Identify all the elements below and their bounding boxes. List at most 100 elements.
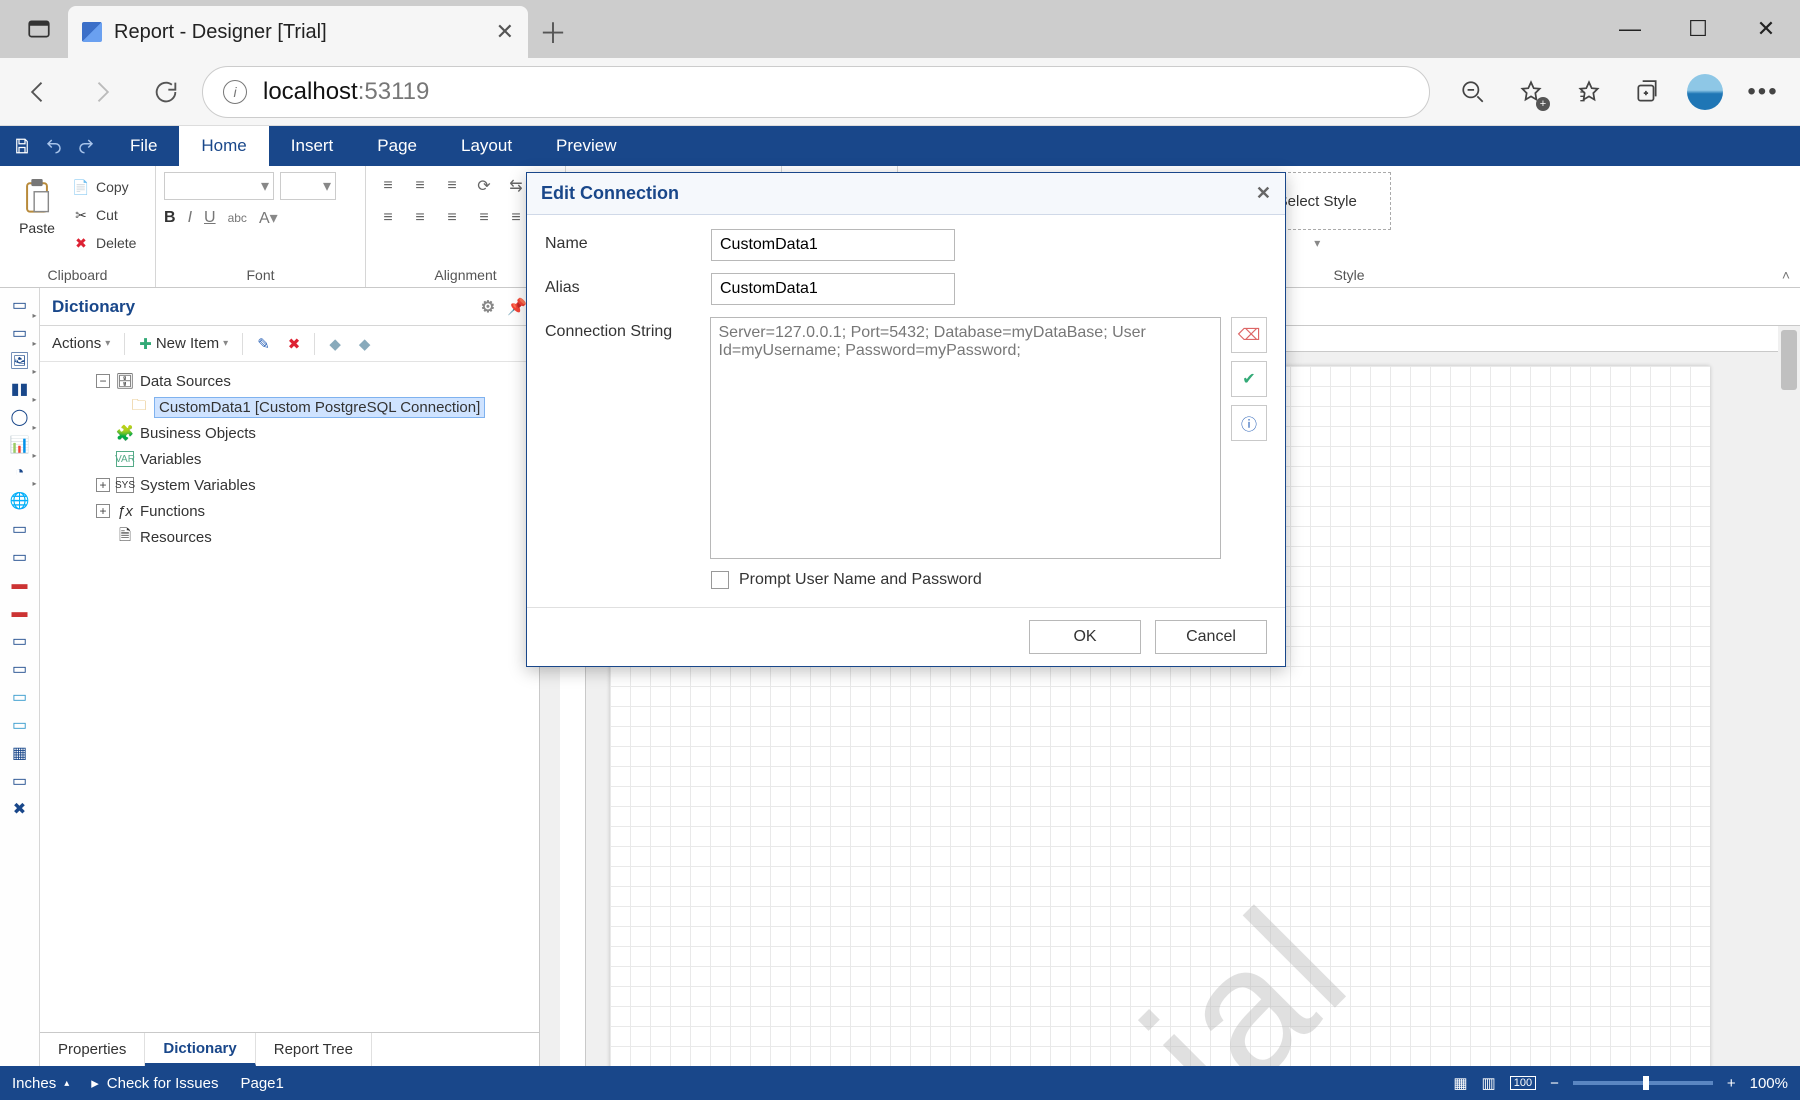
qa-undo-icon[interactable] xyxy=(40,132,68,160)
tab-dictionary[interactable]: Dictionary xyxy=(145,1033,255,1066)
font-color-button[interactable]: A▾ xyxy=(259,208,278,228)
cut-icon: ✂ xyxy=(72,206,90,224)
address-bar[interactable]: i localhost:53119 xyxy=(202,66,1430,118)
tool-pointer-icon[interactable]: ▭▸ xyxy=(5,292,35,318)
tree-node-functions[interactable]: +ƒxFunctions xyxy=(40,498,539,524)
dict-new-item-button[interactable]: ✚New Item▾ xyxy=(135,333,232,355)
italic-button[interactable]: I xyxy=(188,209,192,227)
underline-button[interactable]: U xyxy=(204,209,216,227)
ribbon-tab-page[interactable]: Page xyxy=(355,126,439,166)
ok-button[interactable]: OK xyxy=(1029,620,1141,654)
tab-report-tree[interactable]: Report Tree xyxy=(256,1033,372,1066)
bold-button[interactable]: B xyxy=(164,209,176,227)
tool-band2-icon[interactable]: ▬ xyxy=(5,600,35,626)
zoom-out-button[interactable]: − xyxy=(1550,1075,1559,1092)
ribbon-tab-insert[interactable]: Insert xyxy=(269,126,356,166)
group-label-font: Font xyxy=(156,263,365,287)
status-view1-icon[interactable]: ▦ xyxy=(1453,1074,1467,1092)
zoom-in-button[interactable]: + xyxy=(1727,1075,1736,1092)
input-alias[interactable] xyxy=(711,273,955,305)
font-size-combo[interactable]: ▾ xyxy=(280,172,336,200)
alignment-grid[interactable]: ≡≡≡⟳⇆ ≡≡≡≡≡ xyxy=(374,172,530,232)
delete-button[interactable]: ✖Delete xyxy=(72,230,136,256)
tree-node-resources[interactable]: 🗎Resources xyxy=(40,524,539,550)
profile-avatar[interactable] xyxy=(1678,65,1732,119)
label-connstr: Connection String xyxy=(545,317,710,341)
new-tab-button[interactable]: ＋ xyxy=(528,6,578,58)
tool-panel2-icon[interactable]: ▭ xyxy=(5,544,35,570)
ribbon-tab-file[interactable]: File xyxy=(108,126,179,166)
zoom-slider[interactable] xyxy=(1573,1081,1713,1085)
tree-node-custom-data[interactable]: 🗀CustomData1 [Custom PostgreSQL Connecti… xyxy=(40,394,539,420)
dialog-close-icon[interactable]: ✕ xyxy=(1256,183,1271,204)
dictionary-pin-icon[interactable]: 📌 xyxy=(507,297,527,317)
dictionary-settings-icon[interactable]: ⚙ xyxy=(481,297,495,317)
tool-settings-icon[interactable]: ✖ xyxy=(5,796,35,822)
connstr-clear-button[interactable]: ⌫ xyxy=(1231,317,1267,353)
ribbon-tab-home[interactable]: Home xyxy=(179,126,268,166)
status-view2-icon[interactable]: ▥ xyxy=(1482,1074,1496,1092)
tool-subreport-icon[interactable]: ▭ xyxy=(5,768,35,794)
tool-text-icon[interactable]: ▭▸ xyxy=(5,320,35,346)
tree-node-data-sources[interactable]: −🗄Data Sources xyxy=(40,368,539,394)
tool-panel1-icon[interactable]: ▭ xyxy=(5,516,35,542)
dictionary-tree[interactable]: −🗄Data Sources 🗀CustomData1 [Custom Post… xyxy=(40,362,539,1032)
site-info-icon[interactable]: i xyxy=(223,80,247,104)
window-maximize-button[interactable]: ☐ xyxy=(1664,0,1732,58)
ribbon-collapse-icon[interactable]: ˄ xyxy=(1782,267,1790,283)
copy-button[interactable]: 📄Copy xyxy=(72,174,136,200)
strike-button[interactable]: abc xyxy=(228,211,247,225)
input-name[interactable] xyxy=(711,229,955,261)
tool-gauge-icon[interactable]: ◔▸ xyxy=(5,460,35,486)
tool-column-icon[interactable]: ▭ xyxy=(5,712,35,738)
tool-map-icon[interactable]: 🌐 xyxy=(5,488,35,514)
dict-up-icon[interactable]: ◆ xyxy=(325,333,345,355)
tab-preview-icon[interactable] xyxy=(10,0,68,58)
tree-node-business-objects[interactable]: 🧩Business Objects xyxy=(40,420,539,446)
paste-button[interactable]: Paste xyxy=(8,172,66,240)
tool-chart-icon[interactable]: 📊▸ xyxy=(5,432,35,458)
tab-close-icon[interactable]: ✕ xyxy=(496,19,514,45)
status-unit-button[interactable]: Inches▴ xyxy=(12,1075,69,1092)
ribbon-tab-preview[interactable]: Preview xyxy=(534,126,638,166)
font-family-combo[interactable]: ▾ xyxy=(164,172,274,200)
window-minimize-button[interactable]: ― xyxy=(1596,0,1664,58)
cut-button[interactable]: ✂Cut xyxy=(72,202,136,228)
tool-group-icon[interactable]: ▭ xyxy=(5,684,35,710)
status-check-issues-button[interactable]: ▸Check for Issues xyxy=(91,1074,218,1092)
connstr-test-button[interactable]: ✔ xyxy=(1231,361,1267,397)
browser-menu-button[interactable]: ••• xyxy=(1736,65,1790,119)
vertical-scrollbar[interactable] xyxy=(1778,326,1800,1066)
dict-delete-icon[interactable]: ✖ xyxy=(284,333,305,355)
tool-image-icon[interactable]: 🖼▸ xyxy=(5,348,35,374)
dict-actions-button[interactable]: Actions▾ xyxy=(48,333,114,354)
qa-save-icon[interactable] xyxy=(8,132,36,160)
tool-band1-icon[interactable]: ▬ xyxy=(5,572,35,598)
collections-icon[interactable] xyxy=(1620,65,1674,119)
browser-tab[interactable]: Report - Designer [Trial] ✕ xyxy=(68,6,528,58)
dict-edit-icon[interactable]: ✎ xyxy=(253,333,274,355)
dict-down-icon[interactable]: ◆ xyxy=(355,333,375,355)
qa-redo-icon[interactable] xyxy=(72,132,100,160)
tool-cross-icon[interactable]: ▦ xyxy=(5,740,35,766)
tool-header-icon[interactable]: ▭ xyxy=(5,628,35,654)
tab-properties[interactable]: Properties xyxy=(40,1033,145,1066)
zoom-out-icon[interactable] xyxy=(1446,65,1500,119)
input-connection-string[interactable]: Server=127.0.0.1; Port=5432; Database=my… xyxy=(710,317,1222,559)
tree-node-system-variables[interactable]: +SYSSystem Variables xyxy=(40,472,539,498)
connstr-info-button[interactable]: ⓘ xyxy=(1231,405,1267,441)
status-view3-icon[interactable]: 100 xyxy=(1510,1076,1536,1090)
tree-node-variables[interactable]: VARVariables xyxy=(40,446,539,472)
tool-shape-icon[interactable]: ◯▸ xyxy=(5,404,35,430)
cancel-button[interactable]: Cancel xyxy=(1155,620,1267,654)
tool-barcode-icon[interactable]: ▮▮▸ xyxy=(5,376,35,402)
ribbon-tab-layout[interactable]: Layout xyxy=(439,126,534,166)
nav-forward-button[interactable] xyxy=(74,64,130,120)
tool-footer-icon[interactable]: ▭ xyxy=(5,656,35,682)
checkbox-prompt-credentials[interactable] xyxy=(711,571,729,589)
window-close-button[interactable]: ✕ xyxy=(1732,0,1800,58)
favorites-list-icon[interactable] xyxy=(1562,65,1616,119)
nav-back-button[interactable] xyxy=(10,64,66,120)
favorite-add-icon[interactable]: + xyxy=(1504,65,1558,119)
nav-refresh-button[interactable] xyxy=(138,64,194,120)
